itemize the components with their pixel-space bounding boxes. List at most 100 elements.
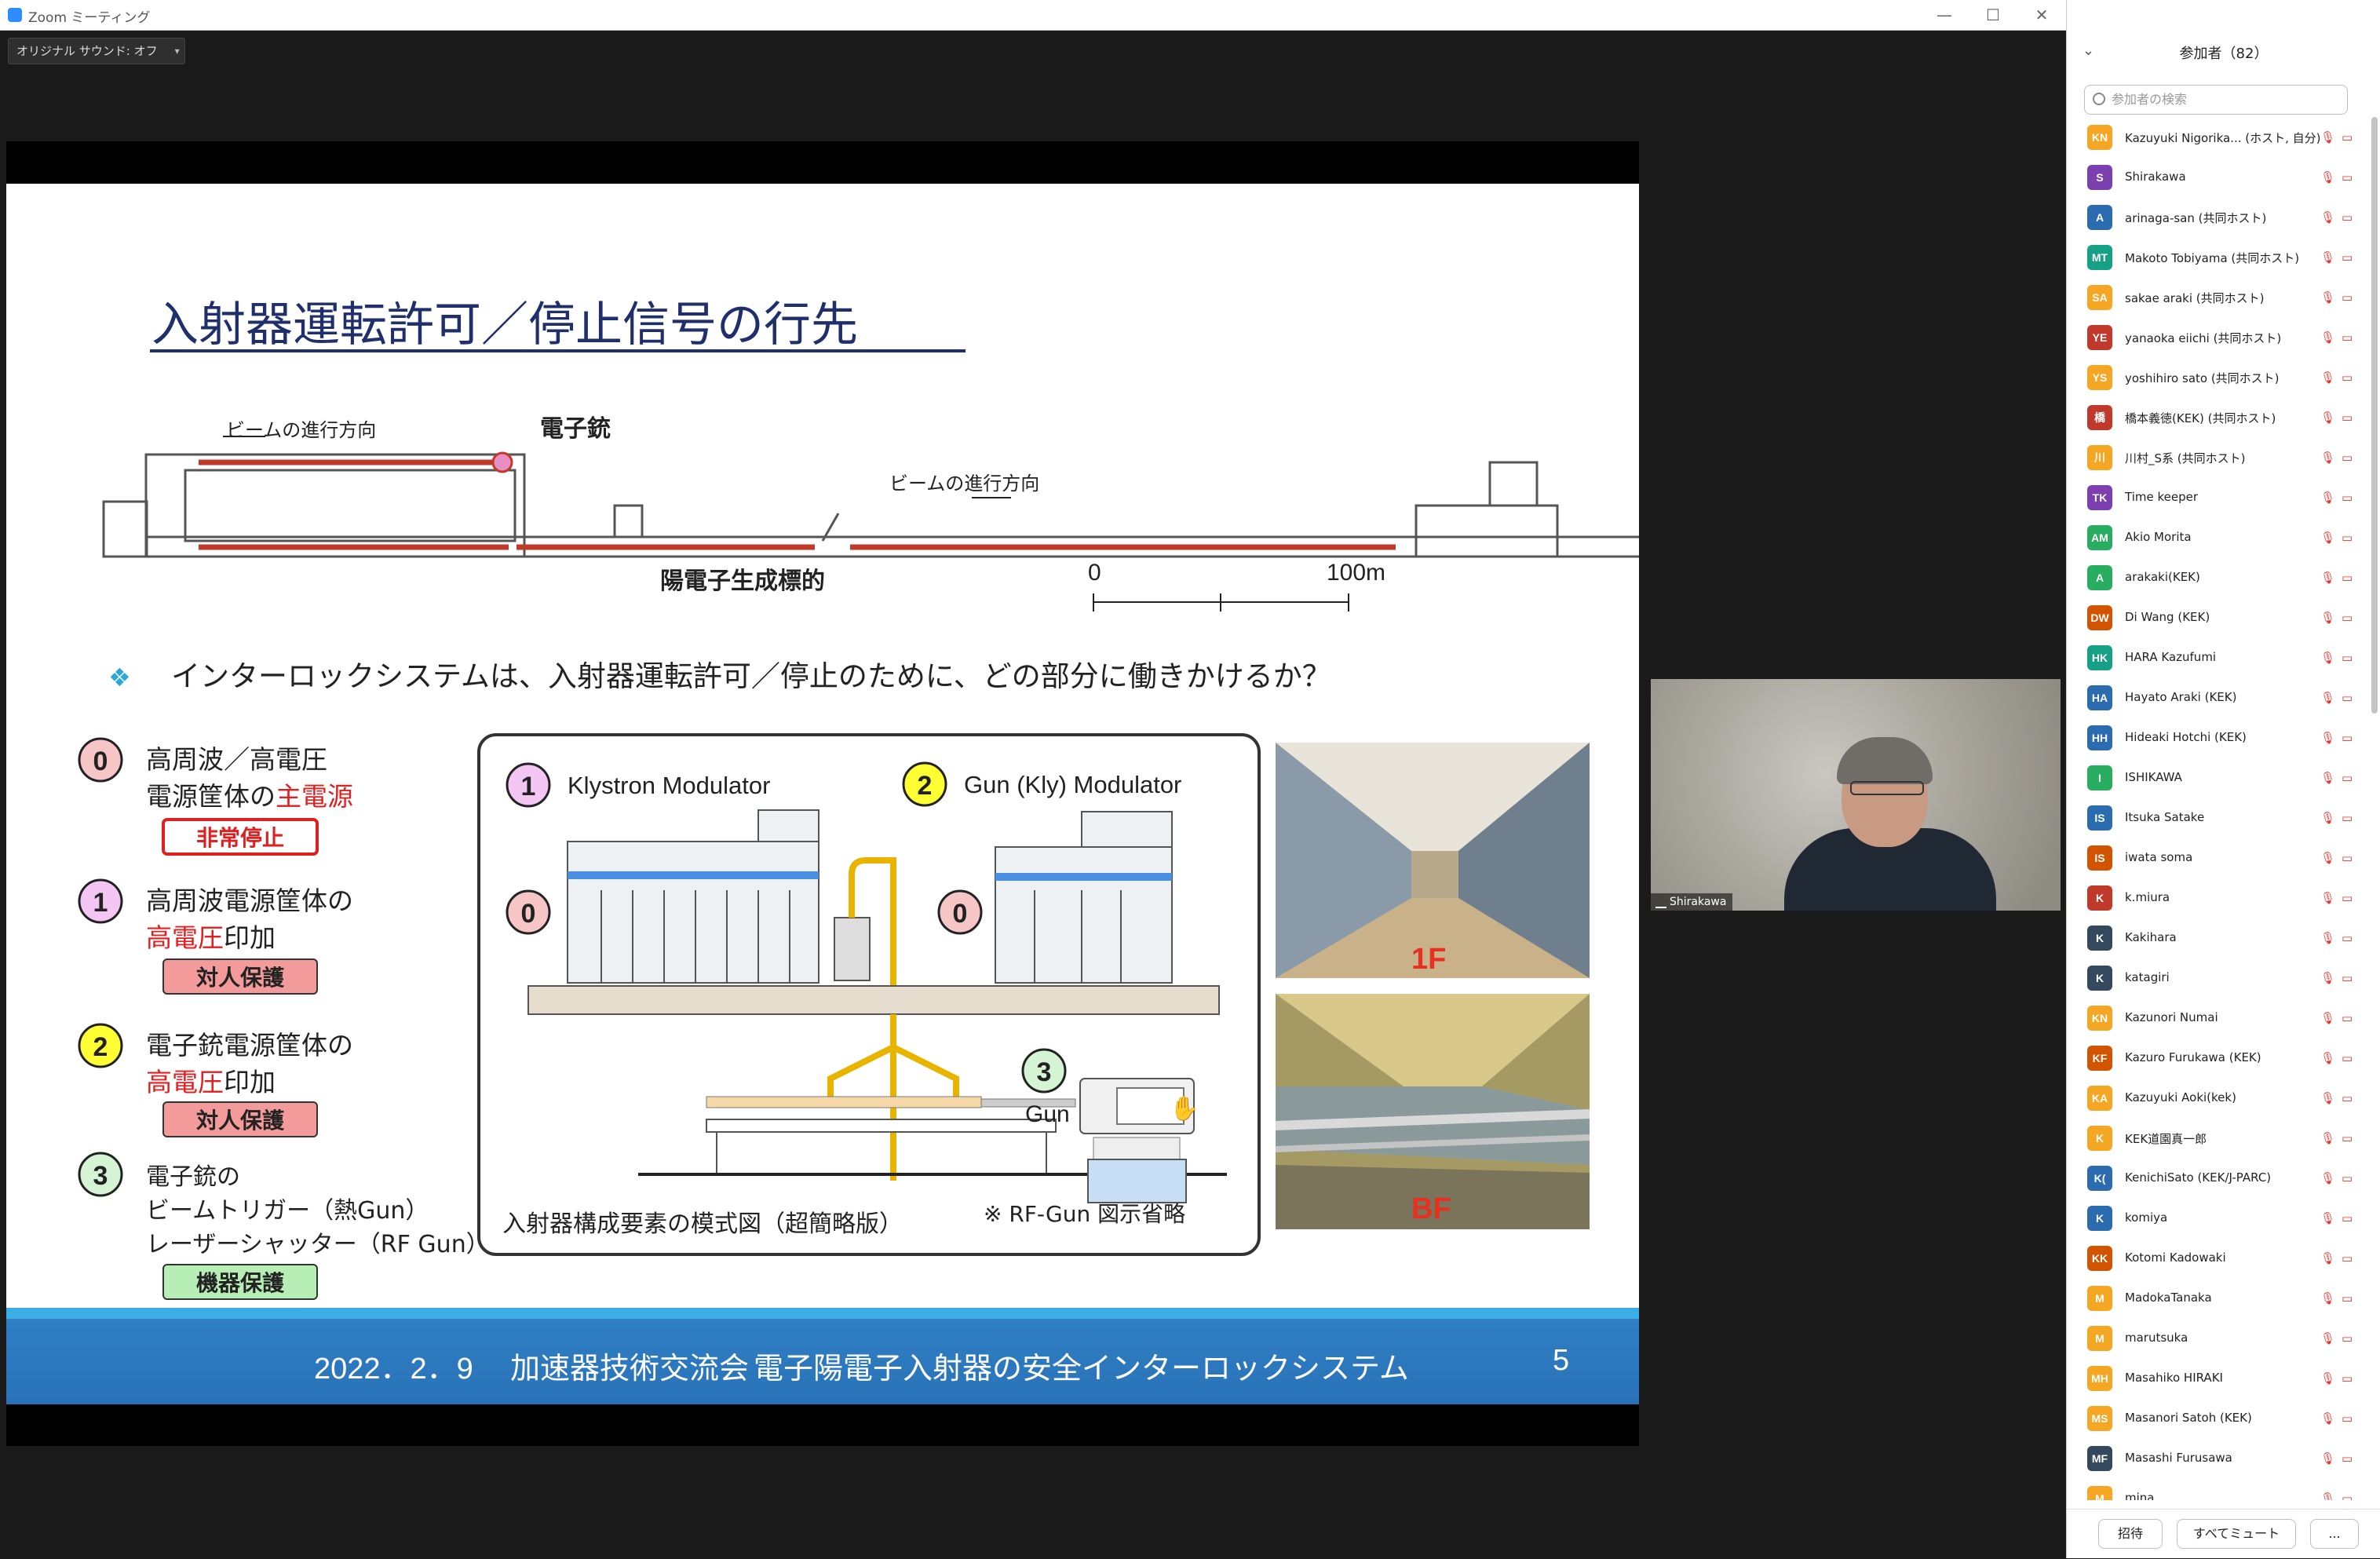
- participant-row[interactable]: TK Time keeper 🎙 ▭: [2067, 477, 2373, 517]
- video-off-icon[interactable]: ▭: [2342, 1091, 2356, 1105]
- participant-row[interactable]: Kk.miura 🎙 ▭: [2067, 878, 2373, 918]
- participant-row[interactable]: 川川村_S系 (共同ホスト) 🎙 ▭: [2067, 437, 2373, 477]
- original-sound-dropdown[interactable]: オリジナル サウンド: オフ ▾: [8, 38, 185, 64]
- participant-row[interactable]: Mmarutsuka 🎙 ▭: [2067, 1318, 2373, 1358]
- participant-video-tile[interactable]: Shirakawa: [1651, 679, 2061, 911]
- video-off-icon[interactable]: ▭: [2342, 1131, 2356, 1145]
- mic-muted-icon[interactable]: 🎙: [2320, 1251, 2335, 1265]
- video-off-icon[interactable]: ▭: [2342, 1171, 2356, 1185]
- video-off-icon[interactable]: ▭: [2342, 371, 2356, 385]
- video-off-icon[interactable]: ▭: [2342, 1251, 2356, 1265]
- participant-row[interactable]: YS yoshihiro sato (共同ホスト) 🎙 ▭: [2067, 357, 2373, 397]
- video-off-icon[interactable]: ▭: [2342, 811, 2356, 825]
- participant-row[interactable]: KA Kazuyuki Aoki(kek) 🎙 ▭: [2067, 1078, 2373, 1118]
- video-off-icon[interactable]: ▭: [2342, 651, 2356, 665]
- participant-row[interactable]: M MadokaTanaka 🎙 ▭: [2067, 1278, 2373, 1318]
- participant-row[interactable]: Kkatagiri 🎙 ▭: [2067, 958, 2373, 998]
- maximize-button[interactable]: ☐: [1969, 0, 2017, 30]
- video-off-icon[interactable]: ▭: [2342, 731, 2356, 745]
- participant-row[interactable]: S Shirakawa 🎙 ▭: [2067, 157, 2373, 197]
- participant-row[interactable]: MS Masanori Satoh (KEK) 🎙 ▭: [2067, 1398, 2373, 1438]
- participant-row[interactable]: K Kakihara 🎙 ▭: [2067, 918, 2373, 958]
- video-off-icon[interactable]: ▭: [2342, 1291, 2356, 1305]
- participant-row[interactable]: Mmina 🎙 ▭: [2067, 1478, 2373, 1500]
- mic-muted-icon[interactable]: 🎙: [2320, 330, 2335, 345]
- mic-muted-icon[interactable]: 🎙: [2320, 491, 2335, 505]
- mic-muted-icon[interactable]: 🎙: [2320, 451, 2335, 465]
- video-off-icon[interactable]: ▭: [2342, 451, 2356, 465]
- participant-row[interactable]: HA Hayato Araki (KEK) 🎙 ▭: [2067, 677, 2373, 717]
- participant-row[interactable]: Kkomiya 🎙 ▭: [2067, 1198, 2373, 1238]
- mic-muted-icon[interactable]: 🎙: [2320, 1011, 2335, 1025]
- participant-row[interactable]: SA sakae araki (共同ホスト) 🎙 ▭: [2067, 277, 2373, 317]
- participant-row[interactable]: IS Itsuka Satake 🎙 ▭: [2067, 798, 2373, 838]
- participant-row[interactable]: KN Kazunori Numai 🎙 ▭: [2067, 998, 2373, 1038]
- participant-row[interactable]: HH Hideaki Hotchi (KEK) 🎙 ▭: [2067, 717, 2373, 758]
- mic-muted-icon[interactable]: 🎙: [2320, 531, 2335, 545]
- mic-muted-icon[interactable]: 🎙: [2320, 891, 2335, 905]
- mic-muted-icon[interactable]: 🎙: [2320, 250, 2335, 265]
- mic-muted-icon[interactable]: 🎙: [2320, 1131, 2335, 1145]
- minimize-button[interactable]: —: [1920, 0, 1969, 30]
- participant-row[interactable]: DW Di Wang (KEK) 🎙 ▭: [2067, 597, 2373, 637]
- mic-muted-icon[interactable]: 🎙: [2320, 1451, 2335, 1466]
- mic-muted-icon[interactable]: 🎙: [2320, 931, 2335, 945]
- participant-row[interactable]: KF Kazuro Furukawa (KEK) 🎙 ▭: [2067, 1038, 2373, 1078]
- video-off-icon[interactable]: ▭: [2342, 411, 2356, 425]
- mic-muted-icon[interactable]: 🎙: [2320, 1331, 2335, 1345]
- video-off-icon[interactable]: ▭: [2342, 531, 2356, 545]
- invite-button[interactable]: 招待: [2098, 1519, 2163, 1549]
- participant-row[interactable]: HK HARA Kazufumi 🎙 ▭: [2067, 637, 2373, 677]
- participant-row[interactable]: KN Kazuyuki Nigorika... (ホスト, 自分) 🎙 ▭: [2067, 117, 2373, 157]
- video-off-icon[interactable]: ▭: [2342, 891, 2356, 905]
- mic-muted-icon[interactable]: 🎙: [2320, 811, 2335, 825]
- mic-muted-icon[interactable]: 🎙: [2320, 1051, 2335, 1065]
- video-off-icon[interactable]: ▭: [2342, 611, 2356, 625]
- video-off-icon[interactable]: ▭: [2342, 1411, 2356, 1426]
- video-off-icon[interactable]: ▭: [2342, 771, 2356, 785]
- mic-muted-icon[interactable]: 🎙: [2320, 290, 2335, 305]
- participant-row[interactable]: YE yanaoka eiichi (共同ホスト) 🎙 ▭: [2067, 317, 2373, 357]
- mic-muted-icon[interactable]: 🎙: [2320, 691, 2335, 705]
- mic-muted-icon[interactable]: 🎙: [2320, 170, 2335, 184]
- video-off-icon[interactable]: ▭: [2342, 571, 2356, 585]
- mic-muted-icon[interactable]: 🎙: [2320, 1291, 2335, 1305]
- video-off-icon[interactable]: ▭: [2342, 491, 2356, 505]
- video-off-icon[interactable]: ▭: [2342, 1211, 2356, 1225]
- video-off-icon[interactable]: ▭: [2342, 1331, 2356, 1345]
- mic-muted-icon[interactable]: 🎙: [2320, 1371, 2335, 1386]
- mic-muted-icon[interactable]: 🎙: [2320, 1411, 2335, 1426]
- video-off-icon[interactable]: ▭: [2342, 971, 2356, 985]
- mic-muted-icon[interactable]: 🎙: [2320, 651, 2335, 665]
- video-off-icon[interactable]: ▭: [2342, 1371, 2356, 1386]
- video-off-icon[interactable]: ▭: [2342, 851, 2356, 865]
- mic-muted-icon[interactable]: 🎙: [2320, 731, 2335, 745]
- mic-muted-icon[interactable]: 🎙: [2320, 971, 2335, 985]
- mic-muted-icon[interactable]: 🎙: [2320, 411, 2335, 425]
- video-off-icon[interactable]: ▭: [2342, 170, 2356, 184]
- mic-muted-icon[interactable]: 🎙: [2320, 1091, 2335, 1105]
- participant-row[interactable]: 橋橋本義徳(KEK) (共同ホスト) 🎙 ▭: [2067, 397, 2373, 437]
- mic-muted-icon[interactable]: 🎙: [2320, 1491, 2335, 1500]
- mic-muted-icon[interactable]: 🎙: [2320, 210, 2335, 225]
- video-off-icon[interactable]: ▭: [2342, 210, 2356, 225]
- video-off-icon[interactable]: ▭: [2342, 1051, 2356, 1065]
- video-off-icon[interactable]: ▭: [2342, 1491, 2356, 1500]
- mic-muted-icon[interactable]: 🎙: [2320, 371, 2335, 385]
- participant-row[interactable]: I ISHIKAWA 🎙 ▭: [2067, 758, 2373, 798]
- participant-list-scrollbar[interactable]: [2371, 117, 2378, 714]
- participant-row[interactable]: Aarakaki(KEK) 🎙 ▭: [2067, 557, 2373, 597]
- participant-row[interactable]: MH Masahiko HIRAKI 🎙 ▭: [2067, 1358, 2373, 1398]
- video-off-icon[interactable]: ▭: [2342, 330, 2356, 345]
- participant-row[interactable]: K KEK道園真一郎 🎙 ▭: [2067, 1118, 2373, 1158]
- participant-row[interactable]: AM Akio Morita 🎙 ▭: [2067, 517, 2373, 557]
- participant-row[interactable]: MF Masashi Furusawa 🎙 ▭: [2067, 1438, 2373, 1478]
- mic-muted-icon[interactable]: 🎙: [2320, 130, 2335, 144]
- participant-row[interactable]: Aarinaga-san (共同ホスト) 🎙 ▭: [2067, 197, 2373, 237]
- video-off-icon[interactable]: ▭: [2342, 130, 2356, 144]
- mic-muted-icon[interactable]: 🎙: [2320, 611, 2335, 625]
- mic-muted-icon[interactable]: 🎙: [2320, 1211, 2335, 1225]
- participant-search-input[interactable]: 参加者の検索: [2084, 85, 2348, 115]
- participant-row[interactable]: MT Makoto Tobiyama (共同ホスト) 🎙 ▭: [2067, 237, 2373, 277]
- video-off-icon[interactable]: ▭: [2342, 250, 2356, 265]
